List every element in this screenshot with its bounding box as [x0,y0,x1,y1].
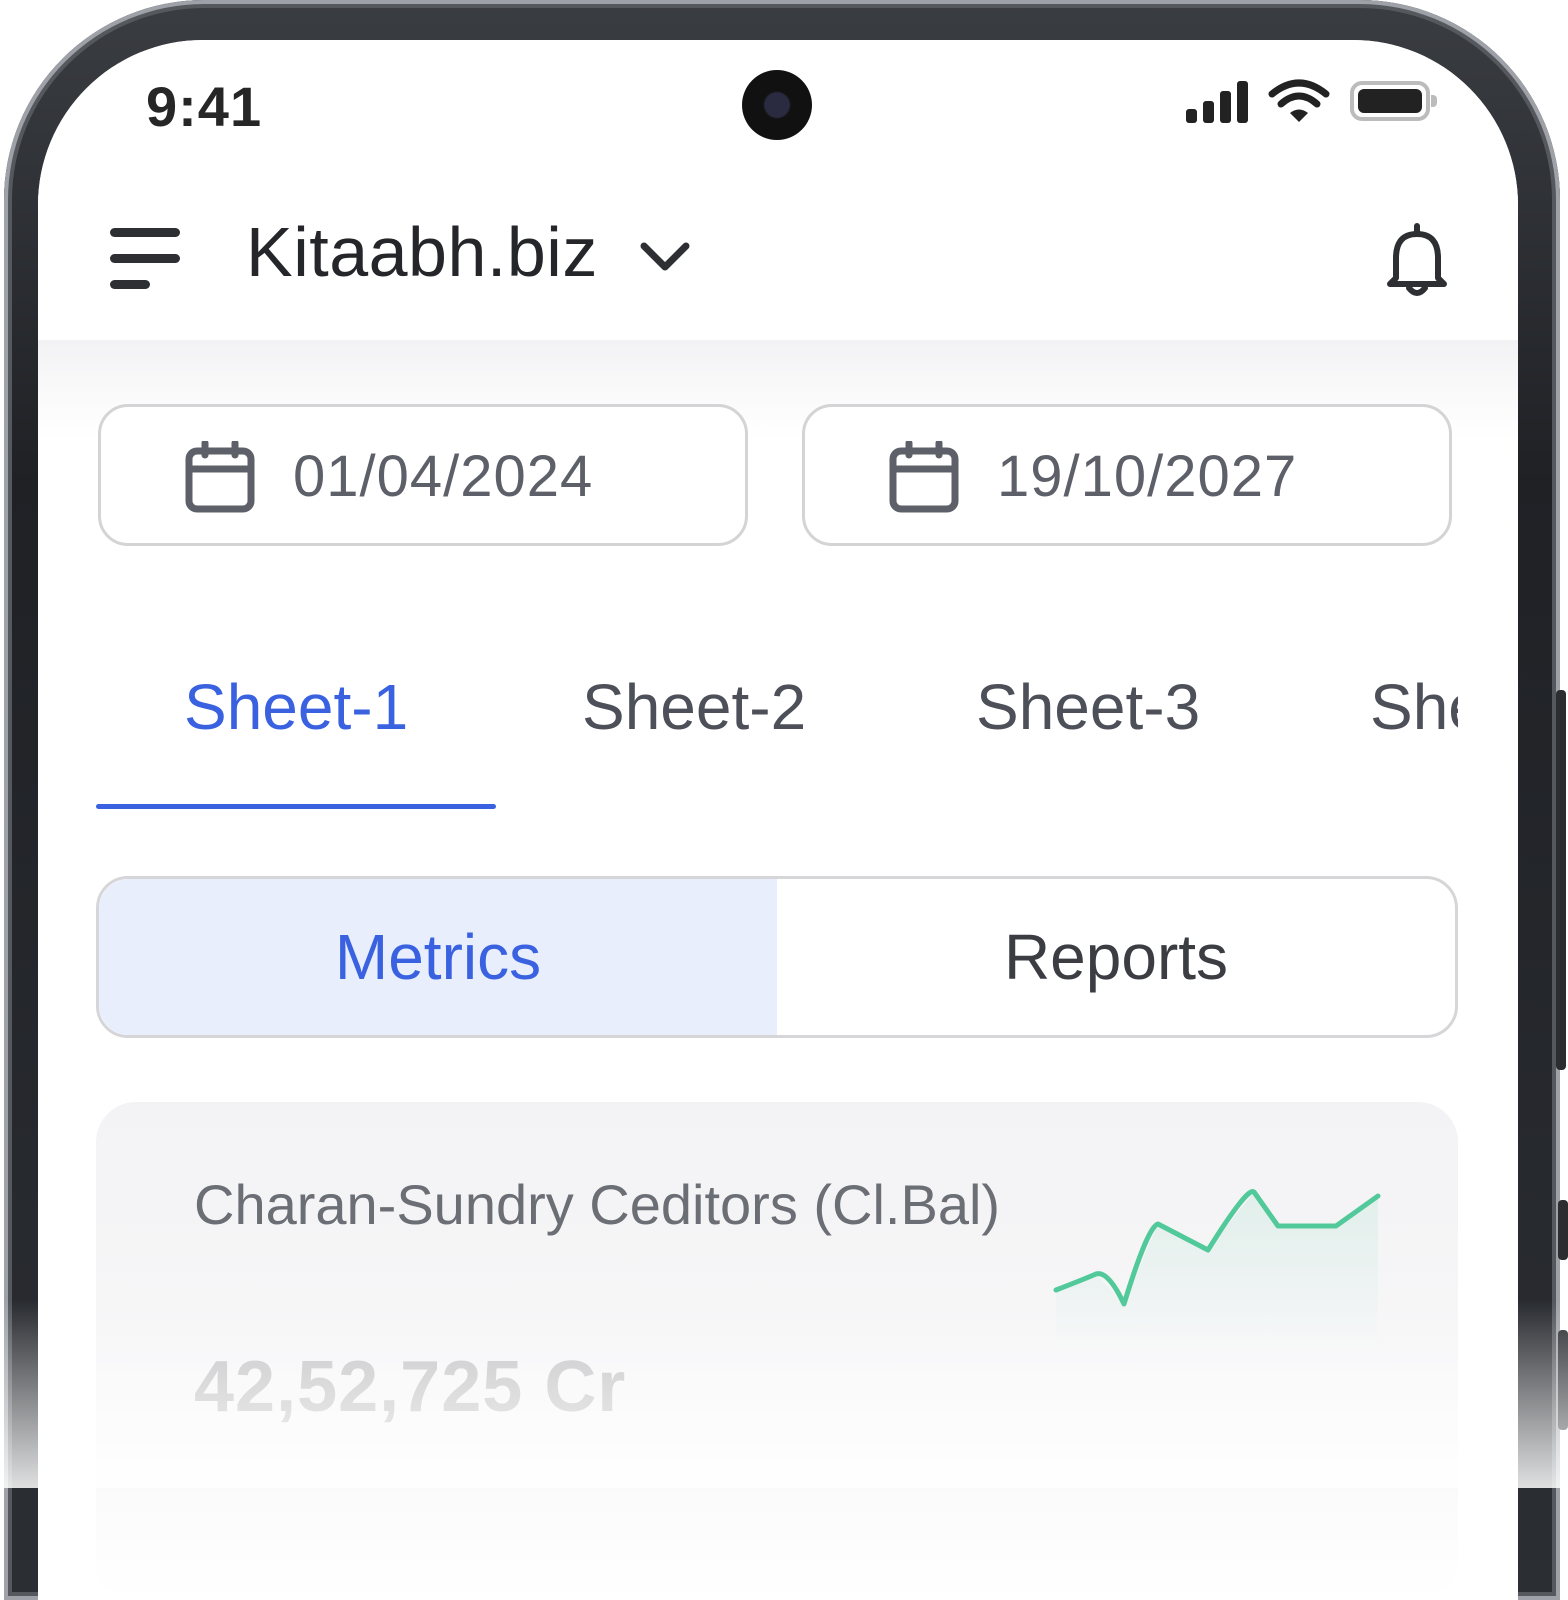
calendar-icon [889,441,959,513]
date-from-value: 01/04/2024 [293,444,594,509]
wifi-icon [1268,79,1330,122]
main-content: 01/04/2024 19/10/2027 Sheet-1 Sheet-2 Sh… [38,340,1518,1600]
tab-sheet-4[interactable]: She [1370,670,1458,744]
app-title[interactable]: Kitaabh.biz [246,212,598,292]
bell-icon[interactable] [1382,220,1452,300]
camera-icon [742,70,812,140]
metric-value: 42,52,725 Cr [194,1347,627,1427]
active-tab-indicator [96,804,496,809]
metrics-segment[interactable]: Metrics [99,879,777,1035]
calendar-icon [185,441,255,513]
menu-icon[interactable] [110,228,182,290]
metric-card[interactable]: Charan-Sundry Ceditors (Cl.Bal) 42,52,72… [96,1102,1458,1600]
view-toggle: Metrics Reports [96,876,1458,1038]
sheet-tabs: Sheet-1 Sheet-2 Sheet-3 She [38,670,1518,810]
status-icons [1186,76,1437,126]
date-to-value: 19/10/2027 [997,444,1298,509]
signal-icon [1186,79,1248,123]
date-from-field[interactable]: 01/04/2024 [98,404,748,546]
battery-icon [1350,81,1437,121]
volume-button [1556,690,1566,1070]
reports-segment[interactable]: Reports [777,879,1455,1035]
sparkline-chart [1053,1189,1381,1356]
chevron-down-icon[interactable] [638,236,692,276]
app-header: Kitaabh.biz [38,190,1518,340]
tab-sheet-3[interactable]: Sheet-3 [976,670,1200,744]
tab-sheet-2[interactable]: Sheet-2 [582,670,806,744]
status-time: 9:41 [146,75,263,138]
phone-screen: 9:41 Kitaabh.biz 01/04/2024 19/10/2027 S… [38,40,1518,1600]
side-button-bottom [1558,1330,1568,1430]
metric-label: Charan-Sundry Ceditors (Cl.Bal) [194,1173,1001,1236]
side-button-lower [1558,1200,1568,1260]
date-to-field[interactable]: 19/10/2027 [802,404,1452,546]
tab-sheet-1[interactable]: Sheet-1 [184,670,408,744]
